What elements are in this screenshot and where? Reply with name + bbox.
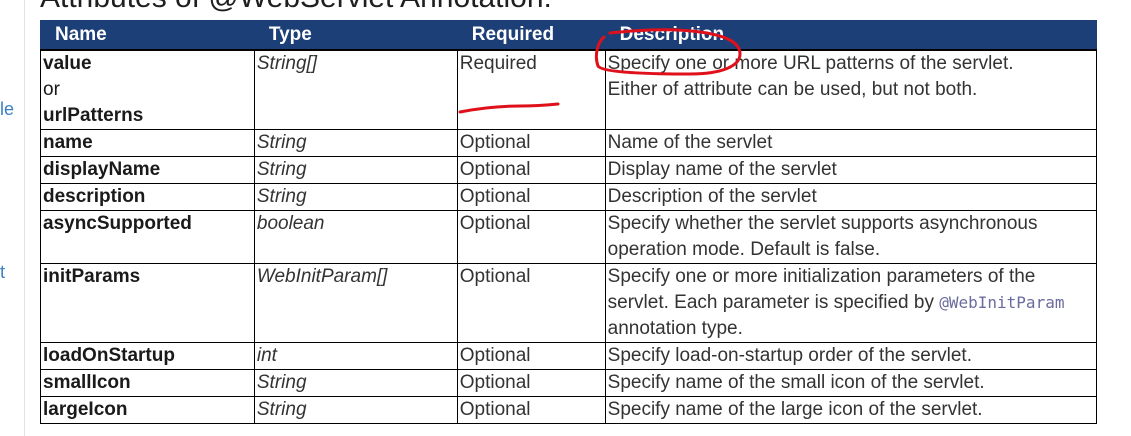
table-row: initParams WebInitParam[] Optional Speci… bbox=[40, 263, 1098, 343]
cell-type: boolean bbox=[253, 210, 458, 264]
cell-description: Specify name of the small icon of the se… bbox=[604, 369, 1098, 397]
cell-required: Optional bbox=[456, 342, 606, 370]
attributes-table: Name Type Required Description value or … bbox=[40, 20, 1098, 424]
content-border bbox=[24, 0, 25, 436]
cell-required: Optional bbox=[456, 369, 606, 397]
cell-required: Optional bbox=[456, 263, 606, 343]
name-part: urlPatterns bbox=[43, 105, 144, 126]
cell-name: name bbox=[40, 129, 255, 157]
name-part: or bbox=[43, 79, 60, 100]
cell-type: String bbox=[253, 156, 458, 184]
cell-name: asyncSupported bbox=[40, 210, 255, 264]
page-heading: Attributes of @WebServlet Annotation: bbox=[40, 0, 552, 15]
cell-required: Optional bbox=[456, 396, 606, 424]
table-row: name String Optional Name of the servlet bbox=[40, 129, 1098, 157]
cell-type: WebInitParam[] bbox=[253, 263, 458, 343]
cell-type: String[] bbox=[253, 49, 458, 130]
inline-code: @WebInitParam bbox=[939, 293, 1065, 312]
cell-name: description bbox=[40, 183, 255, 211]
gutter-link-fragment[interactable]: le bbox=[0, 99, 14, 120]
cell-required: Optional bbox=[456, 210, 606, 264]
table-row: loadOnStartup int Optional Specify load-… bbox=[40, 342, 1098, 370]
cell-type: String bbox=[253, 369, 458, 397]
left-gutter: le t bbox=[0, 0, 24, 436]
header-name: Name bbox=[40, 20, 255, 51]
cell-name: largeIcon bbox=[40, 396, 255, 424]
cell-type: String bbox=[253, 396, 458, 424]
cell-type: int bbox=[253, 342, 458, 370]
cell-description: Specify name of the large icon of the se… bbox=[604, 396, 1098, 424]
table-row: largeIcon String Optional Specify name o… bbox=[40, 396, 1098, 424]
cell-description: Display name of the servlet bbox=[604, 156, 1098, 184]
description-text: annotation type. bbox=[607, 318, 743, 339]
cell-required: Optional bbox=[456, 156, 606, 184]
header-required: Required bbox=[456, 20, 606, 51]
cell-type: String bbox=[253, 129, 458, 157]
cell-name: displayName bbox=[40, 156, 255, 184]
table-header-row: Name Type Required Description bbox=[40, 20, 1098, 51]
cell-description: Description of the servlet bbox=[604, 183, 1098, 211]
cell-description: Specify load-on-startup order of the ser… bbox=[604, 342, 1098, 370]
header-type: Type bbox=[253, 20, 458, 51]
cell-name: smallIcon bbox=[40, 369, 255, 397]
table-row: smallIcon String Optional Specify name o… bbox=[40, 369, 1098, 397]
cell-name: loadOnStartup bbox=[40, 342, 255, 370]
name-part: value bbox=[43, 53, 92, 74]
cell-description: Specify whether the servlet supports asy… bbox=[604, 210, 1098, 264]
cell-description: Specify one or more URL patterns of the … bbox=[604, 49, 1098, 130]
gutter-link-fragment[interactable]: t bbox=[0, 262, 5, 283]
cell-required: Required bbox=[456, 49, 606, 130]
description-line: Specify one or more URL patterns of the … bbox=[607, 53, 1014, 74]
table-row: asyncSupported boolean Optional Specify … bbox=[40, 210, 1098, 264]
cell-required: Optional bbox=[456, 129, 606, 157]
cell-name: value or urlPatterns bbox=[40, 49, 255, 130]
description-line: Either of attribute can be used, but not… bbox=[607, 79, 978, 100]
table-row: description String Optional Description … bbox=[40, 183, 1098, 211]
cell-description: Specify one or more initialization param… bbox=[604, 263, 1098, 343]
cell-description: Name of the servlet bbox=[604, 129, 1098, 157]
header-description: Description bbox=[604, 20, 1098, 51]
table-row: value or urlPatterns String[] Required S… bbox=[40, 49, 1098, 130]
cell-name: initParams bbox=[40, 263, 255, 343]
cell-type: String bbox=[253, 183, 458, 211]
table-row: displayName String Optional Display name… bbox=[40, 156, 1098, 184]
cell-required: Optional bbox=[456, 183, 606, 211]
